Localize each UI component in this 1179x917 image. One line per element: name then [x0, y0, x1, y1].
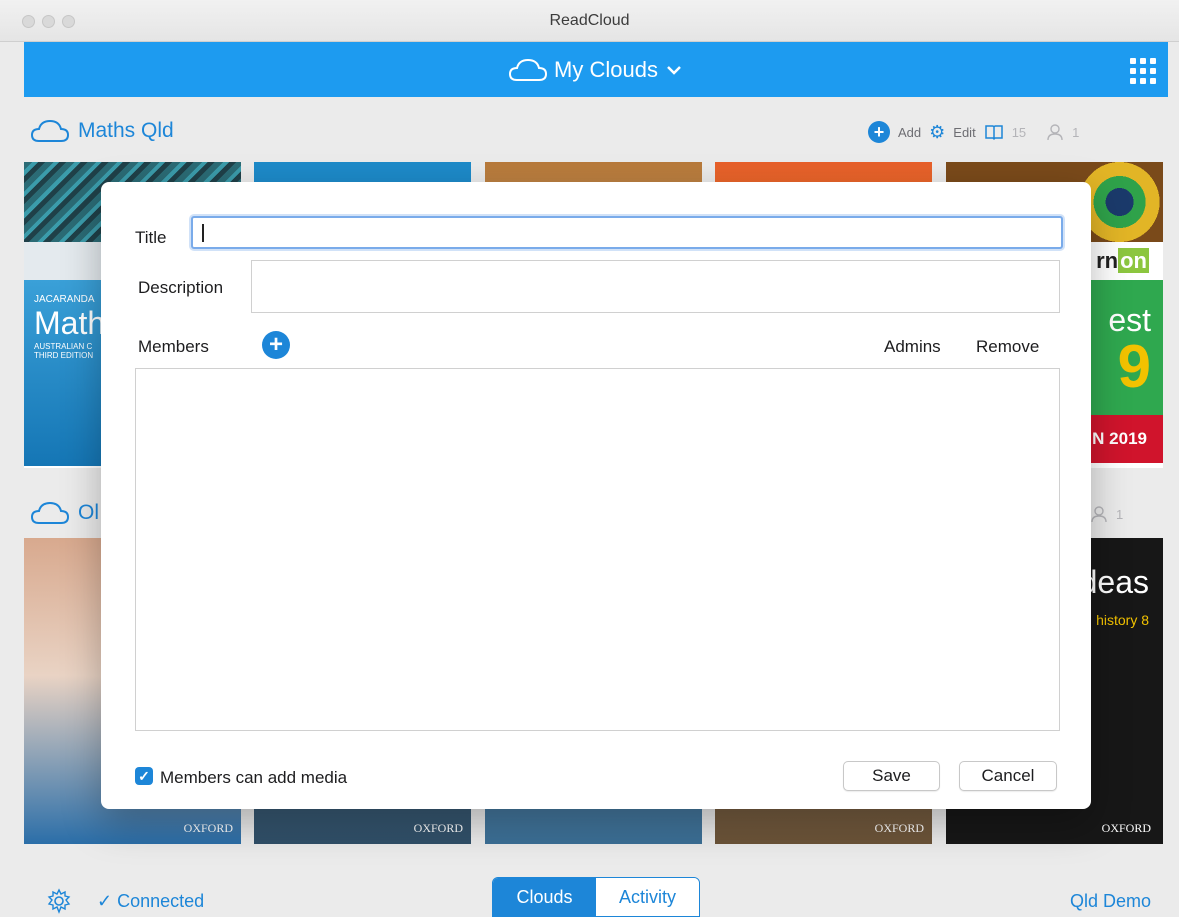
- cloud-section-title[interactable]: Ol: [30, 498, 99, 528]
- add-plus-icon[interactable]: +: [868, 121, 890, 143]
- connection-status: ✓ Connected: [97, 891, 205, 911]
- settings-gear-icon[interactable]: [46, 888, 72, 914]
- book-publisher: OXFORD: [874, 821, 924, 835]
- book-subtitle: history 8: [1096, 612, 1149, 628]
- cloud-icon: [30, 501, 70, 524]
- book-publisher: OXFORD: [413, 821, 463, 835]
- bottom-tabs: Clouds Activity: [492, 877, 700, 917]
- add-member-icon[interactable]: +: [262, 331, 290, 359]
- description-input[interactable]: [251, 260, 1060, 313]
- title-input[interactable]: [191, 216, 1063, 249]
- description-label: Description: [138, 278, 224, 297]
- book-publisher: OXFORD: [183, 821, 233, 835]
- tab-clouds[interactable]: Clouds: [493, 878, 596, 916]
- title-label: Title: [135, 228, 167, 247]
- books-count: 15: [1011, 124, 1027, 140]
- window-title: ReadCloud: [549, 12, 630, 29]
- add-label[interactable]: Add: [898, 125, 921, 140]
- apps-grid-icon[interactable]: [1126, 54, 1156, 84]
- cloud-name: Ol: [78, 501, 99, 524]
- chevron-down-icon: [667, 65, 681, 75]
- cloud-name: Maths Qld: [78, 119, 174, 142]
- account-name[interactable]: Qld Demo: [1070, 891, 1151, 912]
- cloud-toolbar: + Add ⚙ Edit 15 1: [868, 120, 1079, 144]
- edit-cloud-dialog: Title Description Members + Admins Remov…: [101, 182, 1091, 809]
- cloud-toolbar: 1: [1090, 502, 1123, 526]
- book-brand: rn: [1096, 248, 1119, 273]
- tab-activity[interactable]: Activity: [596, 878, 699, 916]
- members-can-add-checkbox[interactable]: ✓: [135, 767, 153, 785]
- book-brand-highlight: on: [1118, 248, 1149, 273]
- text-caret: [202, 224, 204, 242]
- my-clouds-dropdown[interactable]: My Clouds: [24, 42, 1168, 97]
- top-bar: My Clouds: [24, 42, 1168, 97]
- cloud-icon: [509, 58, 548, 81]
- members-label: Members: [138, 337, 209, 356]
- members-list[interactable]: [135, 368, 1060, 731]
- save-button[interactable]: Save: [843, 761, 940, 791]
- remove-column-header: Remove: [976, 337, 1040, 356]
- book-publisher: OXFORD: [1101, 821, 1151, 835]
- book-icon: [984, 125, 1003, 141]
- edit-label[interactable]: Edit: [953, 125, 975, 140]
- window-titlebar: ReadCloud: [0, 0, 1179, 42]
- cloud-icon: [30, 119, 70, 142]
- cancel-button[interactable]: Cancel: [959, 761, 1057, 791]
- cloud-section-title[interactable]: Maths Qld: [30, 116, 174, 146]
- gear-icon[interactable]: ⚙: [929, 122, 945, 143]
- person-icon: [1047, 124, 1063, 141]
- person-icon: [1091, 506, 1107, 523]
- members-count: 1: [1072, 124, 1080, 140]
- members-count: 1: [1116, 506, 1124, 522]
- admins-column-header: Admins: [884, 337, 941, 356]
- my-clouds-title: My Clouds: [554, 56, 658, 82]
- members-can-add-label: Members can add media: [160, 768, 348, 787]
